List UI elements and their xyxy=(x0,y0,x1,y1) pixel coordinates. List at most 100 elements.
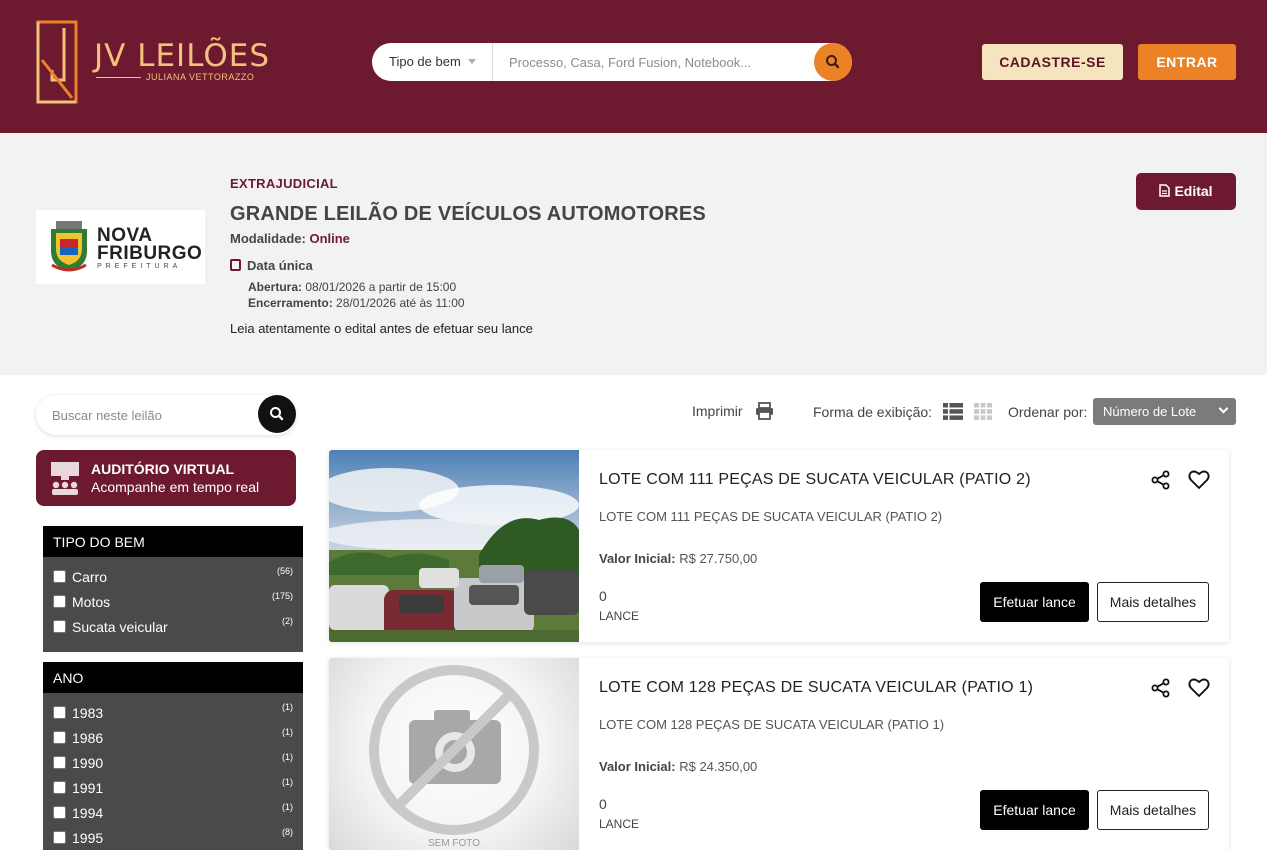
filter-option[interactable]: 1991 (1) xyxy=(43,776,303,801)
site-logo[interactable]: JV LEILÕES JULIANA VETTORAZZO xyxy=(36,20,269,104)
lot-value: Valor Inicial: R$ 24.350,00 xyxy=(599,759,757,774)
print-link[interactable]: Imprimir xyxy=(692,403,743,419)
lot-value: Valor Inicial: R$ 27.750,00 xyxy=(599,551,757,566)
filter-option-label: 1983 xyxy=(72,705,104,721)
heart-icon[interactable] xyxy=(1188,469,1210,490)
filter-option-count: (2) xyxy=(282,616,293,626)
site-header: JV LEILÕES JULIANA VETTORAZZO Tipo de be… xyxy=(0,0,1267,133)
order-by-select[interactable]: Número de Lote xyxy=(1093,398,1236,425)
filter-option[interactable]: Carro (56) xyxy=(43,565,303,590)
order-by-label: Ordenar por: xyxy=(1008,404,1088,420)
checkbox[interactable] xyxy=(53,756,66,769)
checkbox[interactable] xyxy=(53,831,66,844)
place-bid-button[interactable]: Efetuar lance xyxy=(980,582,1089,622)
date-label: Data única xyxy=(247,258,313,273)
grid-view-icon[interactable] xyxy=(974,403,992,420)
printer-icon[interactable] xyxy=(755,402,774,420)
checkbox[interactable] xyxy=(53,806,66,819)
lot-title[interactable]: LOTE COM 111 PEÇAS DE SUCATA VEICULAR (P… xyxy=(599,471,1031,489)
virtual-auditorium-button[interactable]: AUDITÓRIO VIRTUAL Acompanhe em tempo rea… xyxy=(36,450,296,506)
logo-divider xyxy=(96,77,141,78)
checkbox[interactable] xyxy=(53,595,66,608)
checkbox[interactable] xyxy=(53,731,66,744)
sidebar-search-button[interactable] xyxy=(258,395,296,433)
auditorium-icon xyxy=(51,462,79,495)
lot-title[interactable]: LOTE COM 128 PEÇAS DE SUCATA VEICULAR (P… xyxy=(599,679,1033,697)
lot-value-amount: R$ 24.350,00 xyxy=(679,759,758,774)
header-search-input[interactable] xyxy=(499,49,811,75)
org-name-line2: FRIBURGO xyxy=(97,243,203,264)
lot-photo[interactable]: SEM FOTO xyxy=(329,658,579,850)
lot-card[interactable]: SEM FOTO LOTE COM 128 PEÇAS DE SUCATA VE… xyxy=(329,658,1229,850)
sidebar-search-bar xyxy=(36,395,296,435)
auction-closing: Encerramento: 28/01/2026 até às 11:00 xyxy=(248,296,465,310)
view-mode-label: Forma de exibição: xyxy=(813,404,933,420)
search-icon xyxy=(826,55,840,69)
filter-asset-type: TIPO DO BEM Carro (56) Motos (175) Sucat… xyxy=(43,526,303,652)
filter-option[interactable]: 1986 (1) xyxy=(43,726,303,751)
register-button[interactable]: CADASTRE-SE xyxy=(982,44,1123,80)
logo-subtitle: JULIANA VETTORAZZO xyxy=(146,72,255,82)
order-by-value: Número de Lote xyxy=(1103,404,1197,419)
lot-description: LOTE COM 128 PEÇAS DE SUCATA VEICULAR (P… xyxy=(599,717,945,732)
filter-option[interactable]: 1995 (8) xyxy=(43,826,303,850)
lot-card[interactable]: LOTE COM 111 PEÇAS DE SUCATA VEICULAR (P… xyxy=(329,450,1229,642)
auction-type: EXTRAJUDICIAL xyxy=(230,176,338,191)
filter-option-label: 1991 xyxy=(72,780,104,796)
search-type-label: Tipo de bem xyxy=(389,54,461,69)
place-bid-button[interactable]: Efetuar lance xyxy=(980,790,1089,830)
edital-button[interactable]: Edital xyxy=(1136,173,1236,210)
filter-option[interactable]: Sucata veicular (2) xyxy=(43,615,303,640)
search-type-dropdown[interactable]: Tipo de bem xyxy=(372,43,493,81)
lot-description: LOTE COM 111 PEÇAS DE SUCATA VEICULAR (P… xyxy=(599,509,943,524)
checkbox[interactable] xyxy=(53,781,66,794)
lot-photo[interactable] xyxy=(329,450,579,642)
auction-title: GRANDE LEILÃO DE VEÍCULOS AUTOMOTORES xyxy=(230,203,706,225)
checkbox[interactable] xyxy=(53,570,66,583)
org-name-line3: PREFEITURA xyxy=(97,263,182,270)
filter-option-count: (1) xyxy=(282,802,293,812)
chevron-down-icon xyxy=(1218,403,1229,414)
header-search-button[interactable] xyxy=(814,43,852,81)
sidebar-search-input[interactable] xyxy=(52,405,252,425)
logo-mark-icon xyxy=(36,20,78,104)
header-search-bar: Tipo de bem xyxy=(372,43,852,81)
filter-option[interactable]: 1994 (1) xyxy=(43,801,303,826)
lot-bid-count: 0 xyxy=(599,588,607,604)
lot-photo-image xyxy=(329,450,579,642)
filter-option-label: 1995 xyxy=(72,830,104,846)
filter-option-label: Carro xyxy=(72,569,108,585)
more-details-button[interactable]: Mais detalhes xyxy=(1097,790,1209,830)
calendar-icon xyxy=(230,259,241,271)
search-icon xyxy=(270,407,284,421)
filter-option-label: 1986 xyxy=(72,730,104,746)
share-icon[interactable] xyxy=(1151,470,1171,490)
document-icon xyxy=(1159,184,1171,197)
filter-option[interactable]: 1990 (1) xyxy=(43,751,303,776)
filter-option-count: (1) xyxy=(282,752,293,762)
list-view-icon[interactable] xyxy=(943,403,963,420)
filter-option-count: (1) xyxy=(282,777,293,787)
more-details-button[interactable]: Mais detalhes xyxy=(1097,582,1209,622)
modality-value: Online xyxy=(309,231,350,246)
closing-label: Encerramento: xyxy=(248,296,333,310)
closing-value: 28/01/2026 até às 11:00 xyxy=(336,296,465,310)
auction-info-section: NOVA FRIBURGO PREFEITURA EXTRAJUDICIAL G… xyxy=(0,133,1267,375)
logo-title: JV LEILÕES xyxy=(94,38,271,74)
organization-logo: NOVA FRIBURGO PREFEITURA xyxy=(36,210,205,284)
filter-option-count: (56) xyxy=(276,566,293,576)
filter-option[interactable]: 1983 (1) xyxy=(43,701,303,726)
filter-option-label: 1994 xyxy=(72,805,104,821)
checkbox[interactable] xyxy=(53,706,66,719)
filter-option-count: (175) xyxy=(271,591,293,601)
no-photo-label: SEM FOTO xyxy=(427,838,481,849)
lot-value-amount: R$ 27.750,00 xyxy=(679,551,758,566)
heart-icon[interactable] xyxy=(1188,677,1210,698)
filter-option[interactable]: Motos (175) xyxy=(43,590,303,615)
login-button[interactable]: ENTRAR xyxy=(1138,44,1236,80)
lot-bid-label: LANCE xyxy=(599,817,640,831)
modality-label: Modalidade: xyxy=(230,231,306,246)
share-icon[interactable] xyxy=(1151,678,1171,698)
filter-option-count: (1) xyxy=(282,727,293,737)
checkbox[interactable] xyxy=(53,620,66,633)
